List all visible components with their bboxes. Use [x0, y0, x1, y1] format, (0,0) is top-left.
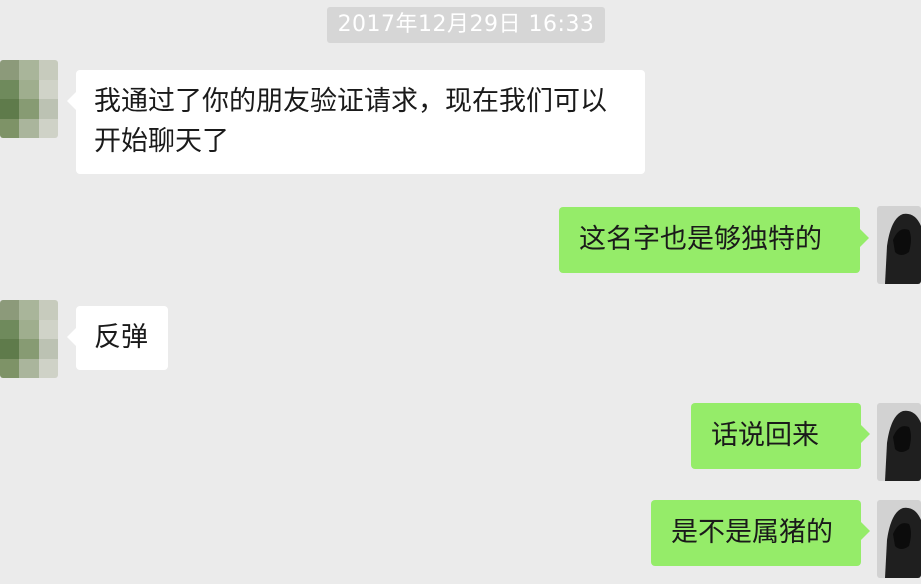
self-avatar-icon[interactable] — [877, 500, 921, 578]
contact-avatar-icon[interactable] — [0, 300, 58, 378]
outgoing-message-bubble: 话说回来 — [691, 403, 870, 469]
message-text: 这名字也是够独特的 — [579, 224, 822, 255]
contact-avatar-icon[interactable] — [0, 60, 58, 138]
outgoing-message-bubble: 是不是属猪的 — [651, 500, 870, 566]
message-line-1: 我通过了你的朋友验证请求，现在我们可以 — [94, 86, 607, 117]
message-timestamp: 2017年12月29日 16:33 — [327, 7, 605, 43]
self-avatar-icon[interactable] — [877, 403, 921, 481]
outgoing-message-bubble: 这名字也是够独特的 — [559, 207, 869, 273]
incoming-message-bubble: 反弹 — [67, 306, 168, 370]
self-avatar-icon[interactable] — [877, 206, 921, 284]
message-text: 反弹 — [94, 322, 148, 353]
incoming-message-bubble: 我通过了你的朋友验证请求，现在我们可以 开始聊天了 — [67, 70, 645, 174]
message-text: 是不是属猪的 — [671, 517, 833, 548]
message-text: 话说回来 — [711, 420, 819, 451]
message-line-2: 开始聊天了 — [94, 126, 229, 157]
